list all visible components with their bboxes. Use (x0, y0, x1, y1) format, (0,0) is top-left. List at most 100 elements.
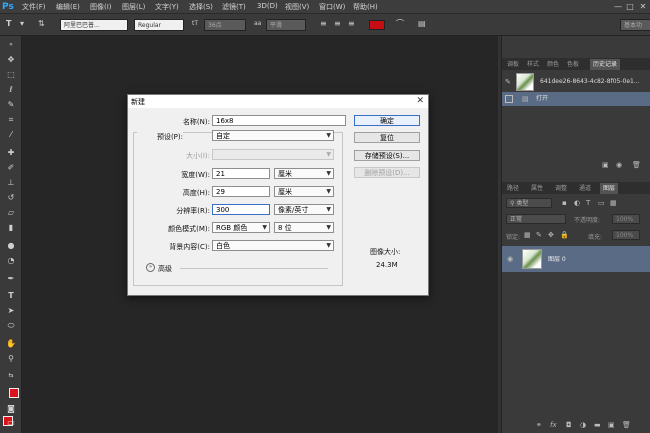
align-right-icon[interactable]: ≡ (348, 18, 355, 30)
menu-help[interactable]: 帮助(H) (353, 2, 378, 12)
move-tool-icon[interactable]: ✥ (4, 53, 18, 66)
blend-mode-select[interactable]: 正常 (506, 214, 566, 224)
hand-tool-icon[interactable]: ✋ (4, 337, 18, 350)
minimize-button[interactable]: — (612, 0, 624, 14)
opacity-input[interactable]: 100% (612, 214, 640, 224)
text-tool-icon[interactable]: T (6, 18, 11, 30)
quick-select-tool-icon[interactable]: ✎ (4, 98, 18, 111)
menu-image[interactable]: 图像(I) (90, 2, 112, 12)
new-layer-icon[interactable]: ▣ (608, 420, 615, 430)
new-group-icon[interactable]: ▬ (594, 420, 601, 430)
font-style-select[interactable]: Regular (134, 19, 184, 31)
type-tool-icon[interactable]: T (4, 289, 18, 302)
text-orientation-icon[interactable]: ⇅ (38, 18, 45, 30)
name-input[interactable]: 16x8 (212, 115, 346, 126)
link-layers-icon[interactable]: ⚭ (536, 420, 542, 430)
save-preset-button[interactable]: 存储预设(S)... (354, 150, 420, 161)
reset-button[interactable]: 复位 (354, 132, 420, 143)
lasso-tool-icon[interactable]: ℓ (4, 83, 18, 96)
tab-panel[interactable]: 调板 (504, 59, 522, 70)
healing-brush-tool-icon[interactable]: ✚ (4, 146, 18, 159)
preset-select[interactable]: 自定 ▼ (212, 130, 334, 141)
background-color-swatch[interactable] (9, 388, 19, 398)
layer-style-icon[interactable]: fx (550, 420, 557, 430)
warp-text-icon[interactable]: ⌒ (396, 18, 404, 30)
workspace-select[interactable]: 基本功 (620, 19, 650, 31)
delete-layer-icon[interactable]: 🗑 (622, 420, 631, 430)
menu-edit[interactable]: 编辑(E) (56, 2, 80, 12)
font-family-select[interactable]: 阿里巴巴普... (60, 19, 128, 31)
new-document-from-state-icon[interactable]: ▣ (602, 160, 609, 170)
close-window-button[interactable]: ✕ (637, 0, 649, 14)
bit-depth-select[interactable]: 8 位 ▼ (274, 222, 334, 233)
menu-view[interactable]: 视图(V) (285, 2, 309, 12)
color-mode-select[interactable]: RGB 颜色 ▼ (212, 222, 270, 233)
filter-pixel-icon[interactable]: ▪ (562, 198, 567, 208)
tab-channels[interactable]: 通道 (576, 183, 594, 194)
zoom-tool-icon[interactable]: ⚲ (4, 352, 18, 365)
align-center-icon[interactable]: ≡ (334, 18, 341, 30)
pen-tool-icon[interactable]: ✒ (4, 272, 18, 285)
history-trash-icon[interactable]: 🗑 (632, 160, 641, 170)
font-size-select[interactable]: 36点 (204, 19, 246, 31)
lock-position-icon[interactable]: ✥ (548, 230, 554, 240)
marquee-tool-icon[interactable]: ⬚ (4, 68, 18, 81)
lock-all-icon[interactable]: 🔒 (560, 230, 569, 240)
lock-transparent-icon[interactable]: ▦ (524, 230, 531, 240)
tab-swatches[interactable]: 色板 (564, 59, 582, 70)
dodge-tool-icon[interactable]: ◔ (4, 254, 18, 267)
path-select-tool-icon[interactable]: ➤ (4, 304, 18, 317)
align-left-icon[interactable]: ≡ (320, 18, 327, 30)
advanced-expand-icon[interactable]: » (146, 263, 155, 272)
tab-properties[interactable]: 属性 (528, 183, 546, 194)
resolution-unit-select[interactable]: 像素/英寸 ▼ (274, 204, 334, 215)
character-panel-icon[interactable]: ▤ (418, 18, 426, 30)
layer-filter-select[interactable]: ⚲ 类型 (506, 198, 552, 208)
height-unit-select[interactable]: 厘米 ▼ (274, 186, 334, 197)
tab-color[interactable]: 颜色 (544, 59, 562, 70)
menu-3d[interactable]: 3D(D) (257, 2, 278, 10)
layer-visibility-eye-icon[interactable]: ◉ (507, 254, 513, 264)
ok-button[interactable]: 确定 (354, 115, 420, 126)
menu-file[interactable]: 文件(F) (22, 2, 46, 12)
maximize-button[interactable]: □ (624, 0, 636, 14)
tab-styles[interactable]: 样式 (524, 59, 542, 70)
add-mask-icon[interactable]: ◘ (566, 420, 572, 430)
preset-picker-icon[interactable]: ▾ (20, 18, 24, 30)
menu-filter[interactable]: 滤镜(T) (222, 2, 246, 12)
gradient-tool-icon[interactable]: ▮ (4, 221, 18, 234)
eyedropper-tool-icon[interactable]: ⁄ (4, 128, 18, 141)
size-select[interactable]: ▼ (212, 149, 334, 160)
history-brush-tool-icon[interactable]: ↺ (4, 191, 18, 204)
menu-window[interactable]: 窗口(W) (319, 2, 345, 12)
clone-stamp-tool-icon[interactable]: ⊥ (4, 176, 18, 189)
panel-collapse-icon[interactable]: » (4, 38, 18, 51)
tab-layers[interactable]: 图层 (600, 183, 619, 194)
filter-adjust-icon[interactable]: ◐ (574, 198, 580, 208)
filter-shape-icon[interactable]: ▭ (598, 198, 605, 208)
menu-layer[interactable]: 图层(L) (122, 2, 145, 12)
fill-input[interactable]: 100% (612, 230, 640, 240)
screen-mode-icon[interactable]: ▭ (4, 416, 18, 429)
blur-tool-icon[interactable]: ● (4, 239, 18, 252)
history-checkbox[interactable] (505, 95, 513, 103)
layer-row[interactable]: ◉ 图层 0 (502, 246, 650, 272)
swap-colors-icon[interactable]: ⇆ (4, 369, 18, 382)
filter-smart-icon[interactable]: ▦ (610, 198, 617, 208)
text-color-swatch[interactable] (369, 20, 385, 30)
height-input[interactable]: 29 (212, 186, 270, 197)
shape-tool-icon[interactable]: ⬭ (4, 319, 18, 332)
crop-tool-icon[interactable]: ⌗ (4, 113, 18, 126)
background-contents-select[interactable]: 白色 ▼ (212, 240, 334, 251)
history-brush-source-icon[interactable]: ✎ (505, 77, 511, 87)
eraser-tool-icon[interactable]: ▱ (4, 206, 18, 219)
adjustment-layer-icon[interactable]: ◑ (580, 420, 586, 430)
snapshot-camera-icon[interactable]: ◉ (616, 160, 622, 170)
tab-history[interactable]: 历史记录 (590, 59, 621, 70)
width-input[interactable]: 21 (212, 168, 270, 179)
menu-type[interactable]: 文字(Y) (155, 2, 179, 12)
advanced-label[interactable]: 高级 (158, 264, 172, 274)
filter-type-icon[interactable]: T (586, 198, 590, 208)
history-snapshot-row[interactable]: ✎ 641dee26-8643-4c82-8f05-0e1... (502, 72, 650, 92)
menu-select[interactable]: 选择(S) (189, 2, 213, 12)
